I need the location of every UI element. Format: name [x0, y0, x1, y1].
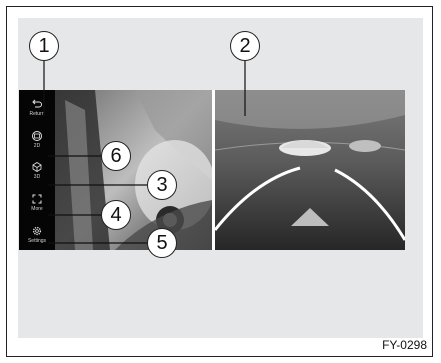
figure-code: FY-0298 [382, 338, 427, 352]
3d-label: 3D [33, 174, 41, 181]
2d-button[interactable]: 2D [19, 124, 55, 156]
2d-label: 2D [33, 142, 41, 149]
settings-button[interactable]: Settings [19, 218, 55, 250]
side-camera-image [55, 90, 215, 250]
callout-1: 1 [29, 31, 59, 61]
2d-view-icon [32, 130, 42, 141]
camera-screen: Return 2D 3D More Settings [19, 90, 405, 250]
gear-icon [32, 226, 42, 235]
side-camera-view [55, 90, 215, 250]
more-label: More [31, 206, 43, 213]
callout-3: 3 [147, 170, 177, 200]
3d-button[interactable]: 3D [19, 155, 55, 187]
more-button[interactable]: More [19, 187, 55, 219]
3d-view-icon [32, 162, 42, 173]
camera-sidebar: Return 2D 3D More Settings [19, 90, 55, 250]
callout-6: 6 [101, 141, 131, 171]
return-icon [32, 99, 42, 108]
callout-4: 4 [101, 200, 131, 230]
expand-icon [32, 194, 42, 204]
settings-label: Settings [27, 237, 47, 244]
callout-5: 5 [147, 228, 177, 258]
callout-2: 2 [230, 31, 260, 61]
rear-camera-image [213, 90, 405, 250]
rear-camera-view [213, 90, 405, 250]
return-label: Return [29, 111, 45, 118]
return-button[interactable]: Return [19, 92, 55, 124]
